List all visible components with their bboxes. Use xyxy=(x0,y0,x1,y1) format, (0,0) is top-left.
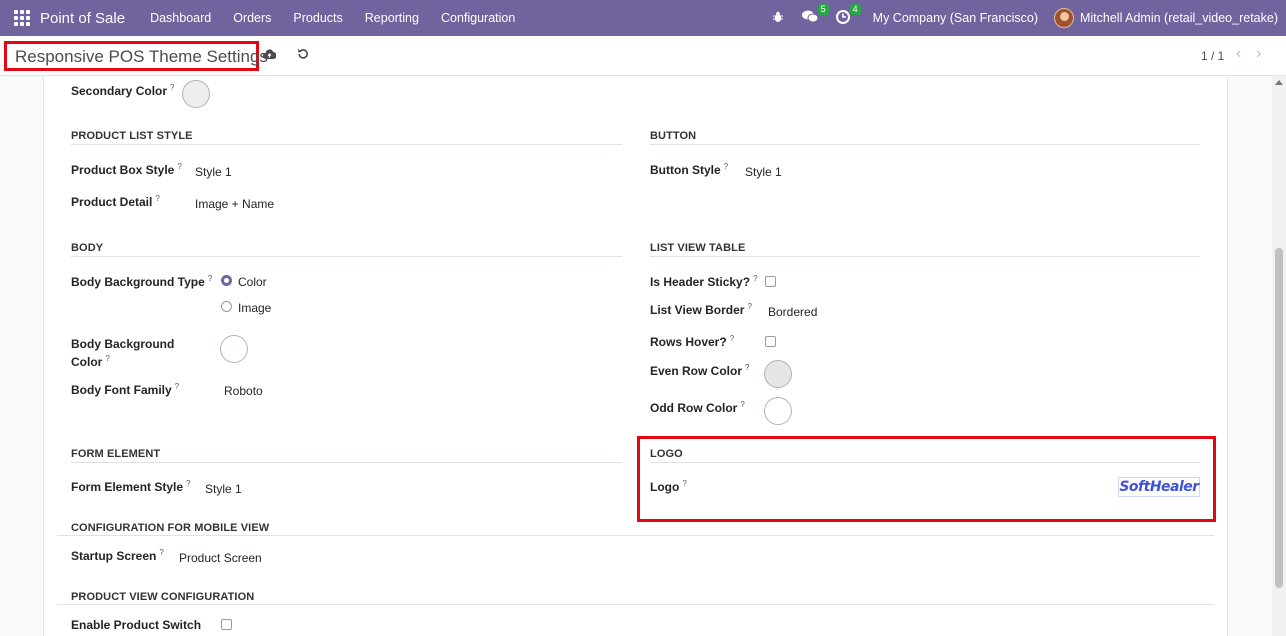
messages-badge: 5 xyxy=(817,4,829,15)
secondary-color-label: Secondary Color? xyxy=(71,83,175,98)
radio-image[interactable] xyxy=(221,301,232,312)
product-box-style-select[interactable]: Style 1 xyxy=(195,165,232,179)
button-style-select[interactable]: Style 1 xyxy=(745,165,782,179)
apps-grid-icon[interactable] xyxy=(14,10,30,26)
section-divider xyxy=(71,256,622,257)
help-tooltip-icon[interactable]: ? xyxy=(186,479,190,488)
section-divider xyxy=(57,604,1214,605)
enable-product-switch-checkbox[interactable] xyxy=(221,619,232,630)
startup-screen-label: Startup Screen? xyxy=(71,548,164,563)
section-body: BODY xyxy=(71,242,104,254)
company-switcher[interactable]: My Company (San Francisco) xyxy=(873,11,1038,25)
even-row-color-label: Even Row Color? xyxy=(650,363,750,378)
radio-color-label[interactable]: Color xyxy=(238,275,267,289)
help-tooltip-icon[interactable]: ? xyxy=(747,302,751,311)
section-divider xyxy=(71,144,622,145)
menu-configuration[interactable]: Configuration xyxy=(441,11,515,25)
menu-reporting[interactable]: Reporting xyxy=(365,11,419,25)
product-detail-select[interactable]: Image + Name xyxy=(195,197,274,211)
list-view-border-select[interactable]: Bordered xyxy=(768,305,817,319)
radio-image-label[interactable]: Image xyxy=(238,301,271,315)
help-tooltip-icon[interactable]: ? xyxy=(730,334,734,343)
rows-hover-checkbox[interactable] xyxy=(765,336,776,347)
section-logo: LOGO xyxy=(650,448,683,460)
help-tooltip-icon[interactable]: ? xyxy=(740,400,744,409)
body-background-color-label-2: Color? xyxy=(71,354,110,369)
help-tooltip-icon[interactable]: ? xyxy=(682,479,686,488)
product-box-style-label: Product Box Style? xyxy=(71,162,182,177)
menu-orders[interactable]: Orders xyxy=(233,11,271,25)
help-tooltip-icon[interactable]: ? xyxy=(745,363,749,372)
radio-color[interactable] xyxy=(221,275,232,286)
help-tooltip-icon[interactable]: ? xyxy=(753,274,757,283)
section-product-list-style: PRODUCT LIST STYLE xyxy=(71,130,193,142)
scroll-thumb[interactable] xyxy=(1275,248,1283,588)
vertical-scrollbar[interactable] xyxy=(1272,76,1286,636)
logo-image[interactable]: SoftHealer xyxy=(1118,477,1200,497)
navbar-systray: 5 4 My Company (San Francisco) Mitchell … xyxy=(763,0,1278,36)
even-row-color-picker[interactable] xyxy=(764,360,792,388)
user-menu[interactable]: Mitchell Admin (retail_video_retake) xyxy=(1080,11,1278,25)
button-style-label: Button Style? xyxy=(650,162,729,177)
section-divider xyxy=(71,462,622,463)
body-background-color-label: Body Background xyxy=(71,337,175,351)
app-brand[interactable]: Point of Sale xyxy=(40,10,125,27)
pager-value[interactable]: 1 / 1 xyxy=(1201,49,1224,63)
activities-clock-icon[interactable]: 4 xyxy=(835,3,861,27)
enable-product-switch-label: Enable Product Switch xyxy=(71,618,202,632)
header-sticky-checkbox[interactable] xyxy=(765,276,776,287)
section-divider xyxy=(650,144,1200,145)
help-tooltip-icon[interactable]: ? xyxy=(175,382,179,391)
help-tooltip-icon[interactable]: ? xyxy=(155,194,159,203)
scroll-up-icon[interactable] xyxy=(1275,80,1283,85)
top-navbar: Point of Sale Dashboard Orders Products … xyxy=(0,0,1286,36)
help-tooltip-icon[interactable]: ? xyxy=(177,162,181,171)
section-product-view: PRODUCT VIEW CONFIGURATION xyxy=(71,591,255,603)
help-tooltip-icon[interactable]: ? xyxy=(105,354,109,363)
form-element-style-label: Form Element Style? xyxy=(71,479,191,494)
body-font-family-label: Body Font Family? xyxy=(71,382,180,397)
product-detail-label: Product Detail? xyxy=(71,194,160,209)
rows-hover-label: Rows Hover?? xyxy=(650,334,735,349)
pager-prev-icon[interactable]: ‹ xyxy=(1236,45,1241,63)
section-divider xyxy=(57,535,1214,536)
form-element-style-select[interactable]: Style 1 xyxy=(205,482,242,496)
breadcrumb-title: Responsive POS Theme Settings xyxy=(4,41,268,71)
menu-products[interactable]: Products xyxy=(293,11,342,25)
messages-icon[interactable]: 5 xyxy=(801,4,829,26)
secondary-color-picker[interactable] xyxy=(182,80,210,108)
startup-screen-select[interactable]: Product Screen xyxy=(179,551,262,565)
section-mobile-view: CONFIGURATION FOR MOBILE VIEW xyxy=(71,522,270,534)
activities-badge: 4 xyxy=(849,3,861,15)
help-tooltip-icon[interactable]: ? xyxy=(724,162,728,171)
pager-next-icon[interactable]: › xyxy=(1256,45,1261,63)
bug-icon[interactable] xyxy=(772,11,784,26)
body-font-family-select[interactable]: Roboto xyxy=(224,384,263,398)
section-button: BUTTON xyxy=(650,130,697,142)
menu-dashboard[interactable]: Dashboard xyxy=(150,11,211,25)
odd-row-color-picker[interactable] xyxy=(764,397,792,425)
section-form-element: FORM ELEMENT xyxy=(71,448,161,460)
header-sticky-label: Is Header Sticky?? xyxy=(650,274,758,289)
section-divider xyxy=(650,462,1200,463)
undo-discard-icon[interactable] xyxy=(297,46,309,63)
section-divider xyxy=(650,256,1200,257)
body-background-type-label: Body Background Type? xyxy=(71,274,213,289)
list-view-border-label: List View Border? xyxy=(650,302,752,317)
help-tooltip-icon[interactable]: ? xyxy=(159,548,163,557)
cloud-upload-save-icon[interactable] xyxy=(262,49,277,63)
user-avatar[interactable] xyxy=(1053,8,1074,28)
odd-row-color-label: Odd Row Color? xyxy=(650,400,745,415)
section-list-view-table: LIST VIEW TABLE xyxy=(650,242,746,254)
help-tooltip-icon[interactable]: ? xyxy=(170,83,174,92)
logo-label: Logo? xyxy=(650,479,687,494)
body-background-color-picker[interactable] xyxy=(220,335,248,363)
control-panel: Responsive POS Theme Settings 1 / 1 ‹ › xyxy=(0,36,1286,76)
help-tooltip-icon[interactable]: ? xyxy=(208,274,212,283)
